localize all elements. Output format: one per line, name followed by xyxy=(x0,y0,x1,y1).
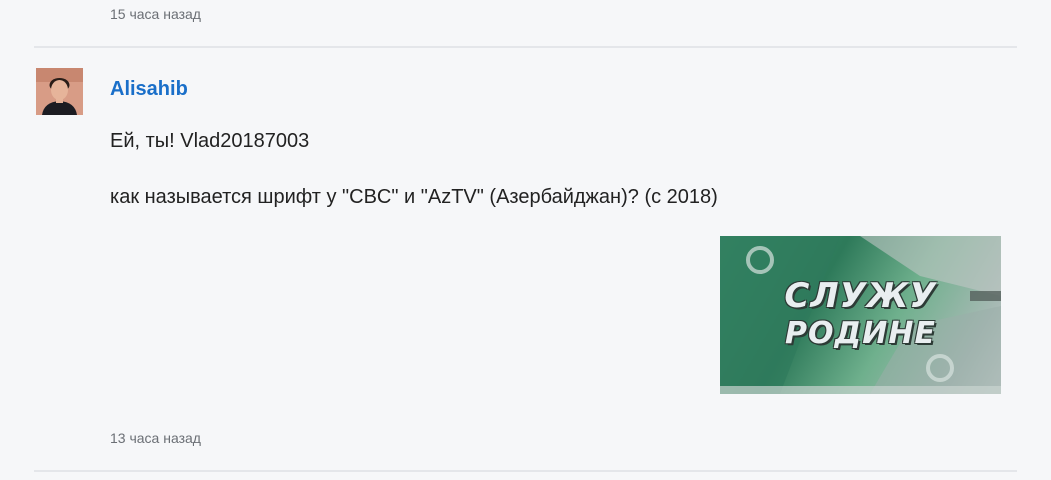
comment-divider xyxy=(34,470,1017,472)
user-avatar[interactable] xyxy=(36,68,83,115)
comment-image-attachment[interactable]: СЛУЖУ РОДИНЕ xyxy=(720,236,1001,394)
comment-timestamp: 13 часа назад xyxy=(110,430,201,446)
comment-divider xyxy=(34,46,1017,48)
comment-author-link[interactable]: Alisahib xyxy=(110,78,188,101)
comment-text-line: Ей, ты! Vlad20187003 xyxy=(110,130,310,152)
attachment-title-line: СЛУЖУ xyxy=(784,276,937,316)
comment-text-line: как называется шрифт у "CBC" и "AzTV" (А… xyxy=(110,186,718,208)
avatar-photo-icon xyxy=(36,68,83,115)
attachment-title-line: РОДИНЕ xyxy=(785,316,936,351)
previous-comment-timestamp: 15 часа назад xyxy=(110,6,201,22)
